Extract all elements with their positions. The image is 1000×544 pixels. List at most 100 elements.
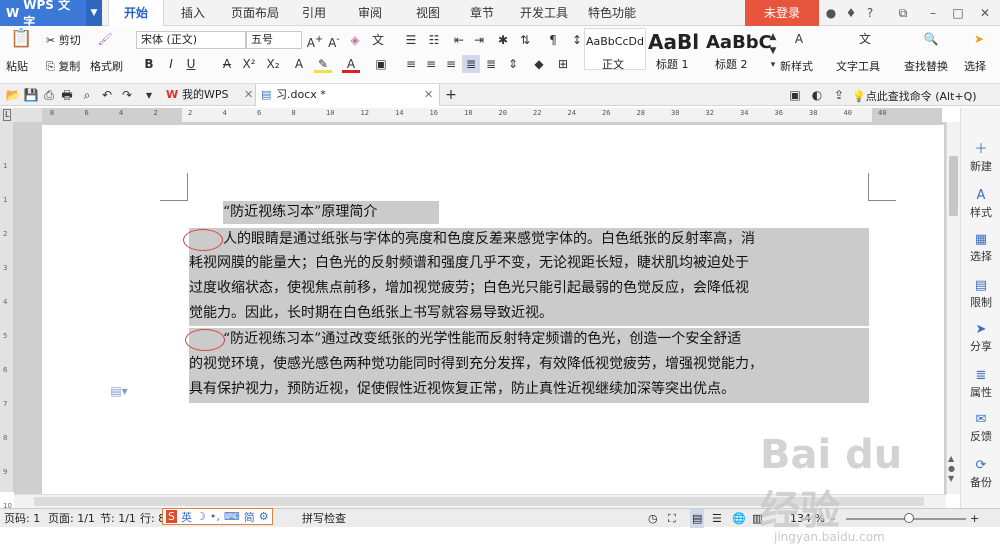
- shading-icon[interactable]: ◆: [530, 55, 548, 73]
- doc-line[interactable]: 过度收缩状态，使视焦点前移，增加视觉疲劳；白色光只能引起最弱的色觉反应，会降低视: [189, 277, 749, 300]
- tab-document[interactable]: ▤ 习.docx * ✕: [255, 84, 440, 106]
- ime-simplified[interactable]: 简: [244, 509, 255, 525]
- grow-font-icon[interactable]: A+: [306, 31, 324, 50]
- minimize-icon[interactable]: –: [925, 5, 941, 21]
- copy-button[interactable]: ⎘ 复制: [46, 58, 80, 74]
- outdent-icon[interactable]: ⇤: [450, 31, 468, 49]
- print-icon[interactable]: 🖶: [58, 86, 76, 104]
- redo-icon[interactable]: ↷: [118, 86, 136, 104]
- app-menu-button[interactable]: W WPS 文字 ▼: [0, 0, 102, 29]
- command-search[interactable]: 💡点此查找命令 (Alt+Q): [852, 88, 977, 104]
- new-style-button[interactable]: 新样式: [780, 58, 813, 74]
- ime-toolbar[interactable]: S 英 ☽ •, ⌨ 简 ⚙: [162, 508, 273, 525]
- vertical-ruler[interactable]: 1 1 2 3 4 5 6 7 8 9 10: [0, 122, 14, 510]
- paste-button[interactable]: 粘贴: [6, 58, 28, 74]
- font-color-icon[interactable]: A: [342, 55, 360, 73]
- doc-line[interactable]: 觉能力。因此，长时期在白色纸张上书写就容易导致近视。: [189, 302, 553, 325]
- pane-new[interactable]: ＋新建: [961, 142, 1000, 174]
- superscript-icon[interactable]: X²: [240, 55, 258, 73]
- doc-line[interactable]: “防近视练习本”通过改变纸张的光学性能而反射特定频谱的色光，创造一个安全舒适: [223, 328, 741, 351]
- moon-icon[interactable]: ☽: [196, 510, 206, 523]
- close-tab-icon[interactable]: ✕: [244, 84, 253, 106]
- shirt-icon[interactable]: ♦: [843, 5, 859, 21]
- chinese-layout-icon[interactable]: ✱: [494, 31, 512, 49]
- undo-icon[interactable]: ↶: [98, 86, 116, 104]
- tab-developer[interactable]: 开发工具: [514, 0, 574, 26]
- keyboard-icon[interactable]: ⌨: [224, 510, 240, 523]
- text-tools-button[interactable]: 文字工具: [836, 58, 880, 74]
- font-size-select[interactable]: 五号: [246, 31, 302, 49]
- open-icon[interactable]: 📂: [4, 86, 22, 104]
- status-section[interactable]: 节: 1/1: [100, 509, 136, 528]
- pane-share[interactable]: ➤ 分享: [961, 322, 1000, 354]
- scroll-thumb[interactable]: [949, 156, 958, 216]
- save-icon[interactable]: 💾: [22, 86, 40, 104]
- tab-review[interactable]: 审阅: [350, 0, 390, 26]
- doc-line[interactable]: 具有保护视力，预防近视，促使假性近视恢复正常，防止真性近视继续加深等突出优点。: [189, 378, 735, 401]
- window-mode-icon[interactable]: ▣: [786, 86, 804, 104]
- new-tab-icon[interactable]: +: [442, 86, 460, 104]
- web-view-icon[interactable]: 🌐: [732, 509, 746, 528]
- tab-home[interactable]: 开始: [108, 0, 164, 26]
- chevron-down-icon[interactable]: ▼: [86, 0, 102, 26]
- align-center-icon[interactable]: ≡: [422, 55, 440, 73]
- subscript-icon[interactable]: X₂: [264, 55, 282, 73]
- style-preview-h1[interactable]: AaBl: [648, 30, 699, 54]
- share-icon[interactable]: ⇪: [830, 86, 848, 104]
- show-marks-icon[interactable]: ¶: [544, 31, 562, 49]
- pane-backup[interactable]: ⟳ 备份: [961, 458, 1000, 490]
- tab-view[interactable]: 视图: [408, 0, 448, 26]
- tab-features[interactable]: 特色功能: [582, 0, 642, 26]
- maximize-icon[interactable]: □: [950, 5, 966, 21]
- italic-icon[interactable]: I: [162, 55, 180, 73]
- close-icon[interactable]: ✕: [977, 5, 993, 21]
- text-effect-icon[interactable]: A: [290, 55, 308, 73]
- export-pdf-icon[interactable]: ⎙: [40, 86, 58, 104]
- history-icon[interactable]: ◷: [648, 509, 658, 528]
- doc-line[interactable]: 耗视网膜的能量大；白色光的反射频谱和强度几乎不变，无论视距长短，睫状肌均被迫处于: [189, 252, 749, 275]
- font-name-select[interactable]: 宋体 (正文): [136, 31, 246, 49]
- zoom-in-icon[interactable]: +: [970, 509, 979, 528]
- pane-styles[interactable]: A 样式: [961, 188, 1000, 220]
- style-preview-h2[interactable]: AaBbC: [706, 32, 772, 53]
- ime-lang[interactable]: 英: [181, 509, 192, 525]
- settings-icon[interactable]: ⚙: [259, 510, 269, 523]
- clear-format-icon[interactable]: ◈: [346, 31, 364, 49]
- pane-properties[interactable]: ≣ 属性: [961, 368, 1000, 400]
- strikethrough-icon[interactable]: A: [218, 55, 236, 73]
- align-left-icon[interactable]: ≡: [402, 55, 420, 73]
- select-button[interactable]: 选择: [964, 58, 986, 74]
- borders-icon[interactable]: ⊞: [554, 55, 572, 73]
- distribute-icon[interactable]: ≣: [482, 55, 500, 73]
- help-icon[interactable]: ?: [862, 5, 878, 21]
- paste-options-icon[interactable]: ▤▾: [110, 382, 128, 400]
- bold-icon[interactable]: B: [140, 55, 158, 73]
- print-preview-icon[interactable]: ⌕: [78, 86, 96, 104]
- fullscreen-icon[interactable]: ⛶: [668, 509, 676, 528]
- highlight-icon[interactable]: ✎: [314, 55, 332, 73]
- bullets-icon[interactable]: ☰: [402, 31, 420, 49]
- close-tab-icon[interactable]: ✕: [424, 84, 433, 106]
- tab-insert[interactable]: 插入: [168, 0, 218, 26]
- tab-stop-icon[interactable]: L: [3, 109, 12, 121]
- page-view-icon[interactable]: ▤: [690, 509, 705, 528]
- pinyin-icon[interactable]: 文: [369, 31, 387, 49]
- doc-title[interactable]: “防近视练习本”原理简介: [223, 201, 377, 224]
- outline-view-icon[interactable]: ☰: [712, 509, 722, 528]
- tab-references[interactable]: 引用: [294, 0, 334, 26]
- spell-check-button[interactable]: 拼写检查: [302, 509, 346, 528]
- find-replace-button[interactable]: 查找替换: [904, 58, 948, 74]
- pane-restrict[interactable]: ▤ 限制: [961, 278, 1000, 310]
- char-border-icon[interactable]: ▣: [372, 55, 390, 73]
- login-button[interactable]: 未登录: [745, 0, 819, 26]
- status-page-code[interactable]: 页码: 1: [4, 509, 40, 528]
- doc-line[interactable]: 的视觉环境，使感光感色两种觉功能同时得到充分发挥，有效降低视觉疲劳，增强视觉能力…: [189, 353, 763, 376]
- numbering-icon[interactable]: ☷: [425, 31, 443, 49]
- status-pages[interactable]: 页面: 1/1: [48, 509, 95, 528]
- punct-icon[interactable]: •,: [210, 510, 220, 523]
- pane-feedback[interactable]: ✉ 反馈: [961, 412, 1000, 444]
- paste-icon[interactable]: 📋: [10, 30, 32, 52]
- customize-icon[interactable]: ▾: [140, 86, 158, 104]
- shrink-font-icon[interactable]: A-: [325, 31, 343, 50]
- underline-icon[interactable]: U: [182, 55, 200, 73]
